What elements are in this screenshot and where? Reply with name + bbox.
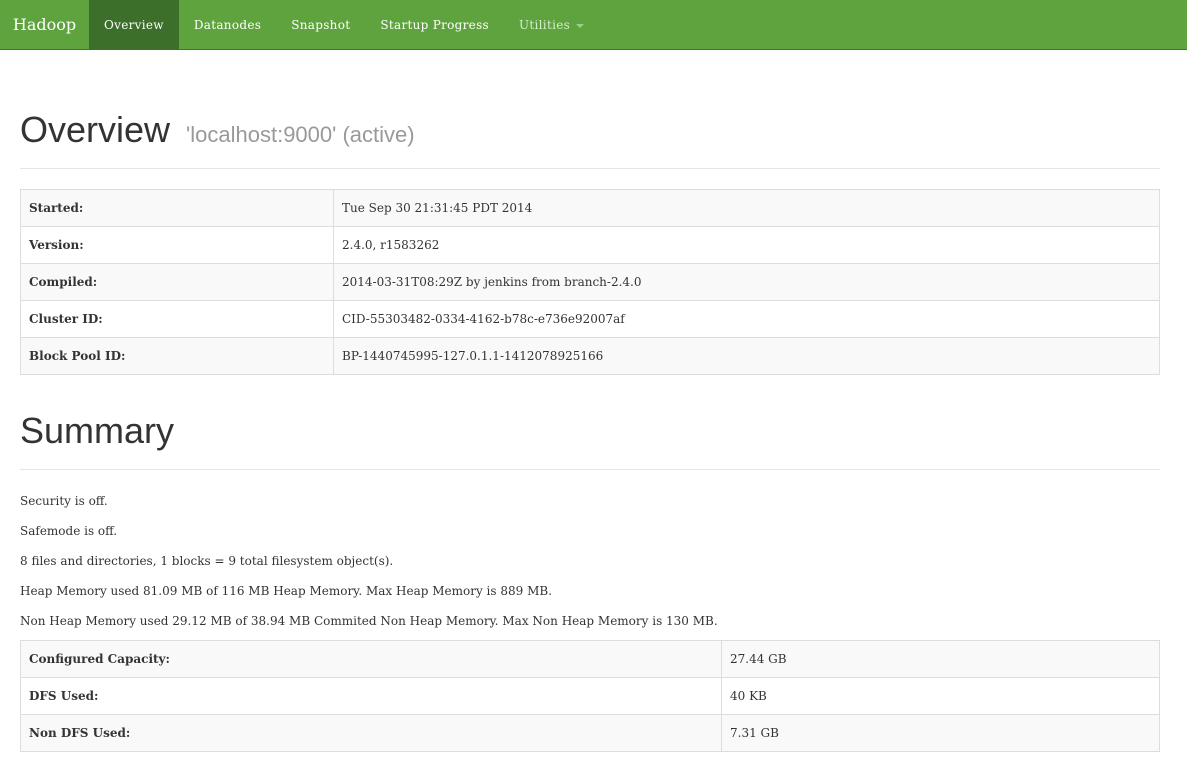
nav-menu: Overview Datanodes Snapshot Startup Prog… xyxy=(89,0,599,50)
brand-logo[interactable]: Hadoop xyxy=(0,0,89,50)
overview-version-value: 2.4.0, r1583262 xyxy=(333,226,1160,264)
table-row: Cluster ID: CID-55303482-0334-4162-b78c-… xyxy=(20,300,1160,338)
summary-title: Summary xyxy=(20,410,175,451)
summary-non-dfs-used-label: Non DFS Used: xyxy=(20,714,722,752)
nav-item-utilities-label: Utilities xyxy=(519,18,571,32)
summary-heap-memory-line: Heap Memory used 81.09 MB of 116 MB Heap… xyxy=(20,584,553,598)
table-row: Compiled: 2014-03-31T08:29Z by jenkins f… xyxy=(20,263,1160,301)
table-row: Version: 2.4.0, r1583262 xyxy=(20,226,1160,264)
table-row: DFS Used: 40 KB xyxy=(20,677,1160,715)
summary-lines: Security is off. Safemode is off. 8 file… xyxy=(20,490,1160,640)
overview-compiled-label: Compiled: xyxy=(20,263,334,301)
nav-item-snapshot[interactable]: Snapshot xyxy=(276,0,365,50)
summary-dfs-used-value: 40 KB xyxy=(721,677,1160,715)
summary-table: Configured Capacity: 27.44 GB DFS Used: … xyxy=(20,640,1160,752)
summary-configured-capacity-label: Configured Capacity: xyxy=(20,640,722,678)
overview-header: Overview 'localhost:9000' (active) xyxy=(20,110,1160,169)
overview-block-pool-id-label: Block Pool ID: xyxy=(20,337,334,375)
overview-subtitle: 'localhost:9000' (active) xyxy=(186,122,415,147)
overview-started-label: Started: xyxy=(20,189,334,227)
nav-item-startup-progress[interactable]: Startup Progress xyxy=(365,0,504,50)
overview-table: Started: Tue Sep 30 21:31:45 PDT 2014 Ve… xyxy=(20,189,1160,375)
overview-compiled-value: 2014-03-31T08:29Z by jenkins from branch… xyxy=(333,263,1160,301)
overview-block-pool-id-value: BP-1440745995-127.0.1.1-1412078925166 xyxy=(333,337,1160,375)
nav-item-datanodes[interactable]: Datanodes xyxy=(179,0,276,50)
nav-item-utilities[interactable]: Utilities xyxy=(504,0,599,50)
table-row: Block Pool ID: BP-1440745995-127.0.1.1-1… xyxy=(20,337,1160,375)
overview-cluster-id-label: Cluster ID: xyxy=(20,300,334,338)
chevron-down-icon xyxy=(576,23,585,28)
summary-non-dfs-used-value: 7.31 GB xyxy=(721,714,1160,752)
page-title: Overview 'localhost:9000' (active) xyxy=(20,110,1160,155)
overview-cluster-id-value: CID-55303482-0334-4162-b78c-e736e92007af xyxy=(333,300,1160,338)
overview-started-value: Tue Sep 30 21:31:45 PDT 2014 xyxy=(333,189,1160,227)
summary-safemode-line: Safemode is off. xyxy=(20,524,118,538)
summary-security-line: Security is off. xyxy=(20,494,108,508)
summary-non-heap-memory-line: Non Heap Memory used 29.12 MB of 38.94 M… xyxy=(20,614,718,628)
overview-title: Overview xyxy=(20,109,171,150)
table-row: Non DFS Used: 7.31 GB xyxy=(20,714,1160,752)
nav-item-overview[interactable]: Overview xyxy=(89,0,179,50)
summary-dfs-used-label: DFS Used: xyxy=(20,677,722,715)
top-navbar: Hadoop Overview Datanodes Snapshot Start… xyxy=(0,0,1187,50)
table-row: Configured Capacity: 27.44 GB xyxy=(20,640,1160,678)
summary-files-line: 8 files and directories, 1 blocks = 9 to… xyxy=(20,554,394,568)
main-content: Overview 'localhost:9000' (active) Start… xyxy=(20,50,1160,752)
summary-configured-capacity-value: 27.44 GB xyxy=(721,640,1160,678)
overview-version-label: Version: xyxy=(20,226,334,264)
table-row: Started: Tue Sep 30 21:31:45 PDT 2014 xyxy=(20,189,1160,227)
summary-header: Summary xyxy=(20,411,1160,470)
